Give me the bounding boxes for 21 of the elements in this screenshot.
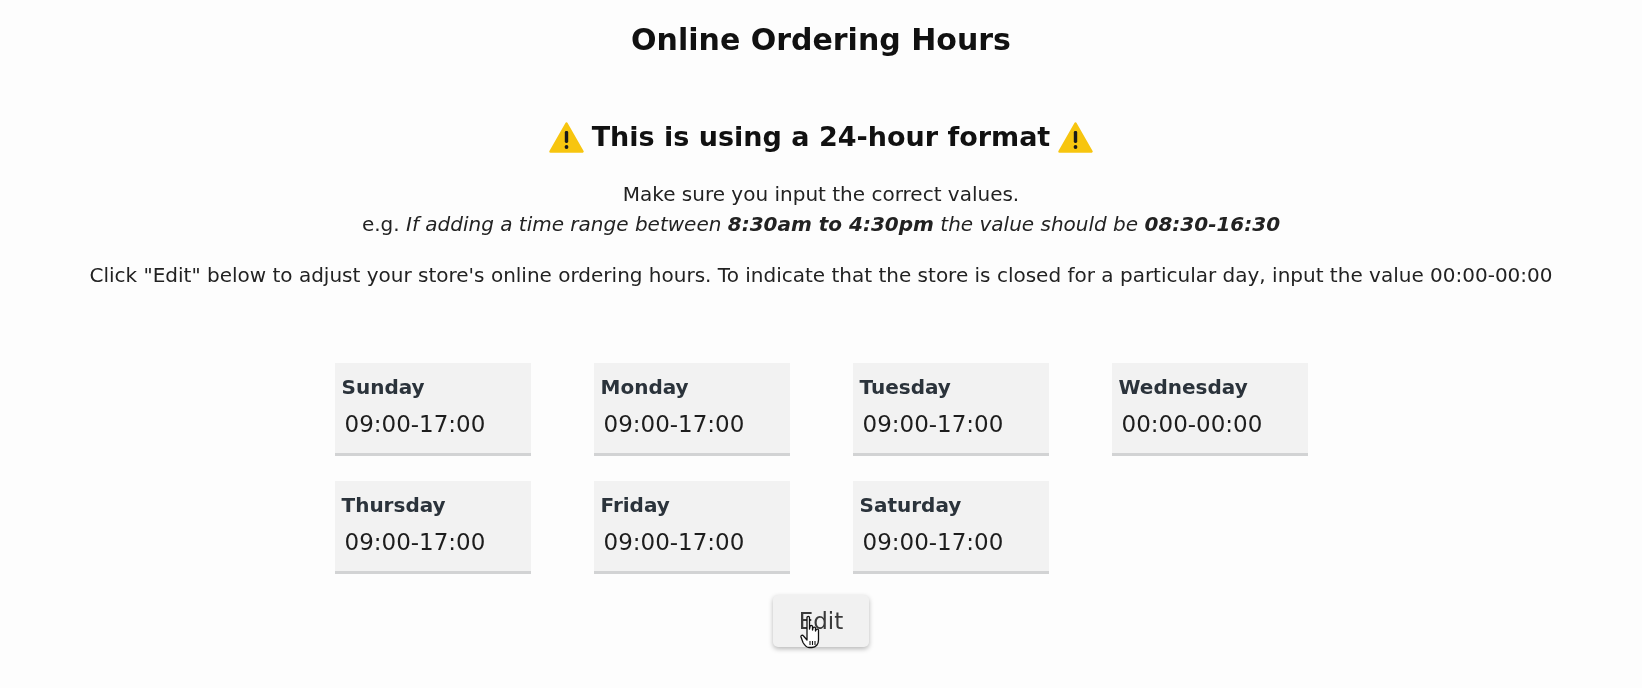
day-name: Friday	[600, 493, 671, 517]
warning-icon	[1058, 121, 1094, 153]
hours-value: 09:00-17:00	[343, 410, 487, 439]
day-name: Tuesday	[859, 375, 952, 399]
day-name: Saturday	[859, 493, 963, 517]
hours-value: 09:00-17:00	[861, 528, 1005, 557]
hours-value: 09:00-17:00	[602, 410, 746, 439]
hours-value: 00:00-00:00	[1120, 410, 1264, 439]
day-name: Monday	[600, 375, 690, 399]
hours-value: 09:00-17:00	[861, 410, 1005, 439]
page-title: Online Ordering Hours	[631, 21, 1011, 59]
warning-heading: This is using a 24-hour format	[591, 120, 1051, 154]
instruction-text: Make sure you input the correct values.	[622, 181, 1020, 208]
help-text: Click "Edit" below to adjust your store's online ordering hours. To indicate that the store is closed for a particular day, input the value 00:00-00:00	[89, 262, 1553, 289]
example-text: e.g. If adding a time range between 8:30am to 4:30pm the value should be 08:30-16:30	[361, 211, 1281, 238]
warning-icon	[548, 121, 584, 153]
day-name: Wednesday	[1118, 375, 1249, 399]
day-name: Thursday	[341, 493, 447, 517]
hours-value: 09:00-17:00	[343, 528, 487, 557]
day-name: Sunday	[341, 375, 426, 399]
hours-value: 09:00-17:00	[602, 528, 746, 557]
